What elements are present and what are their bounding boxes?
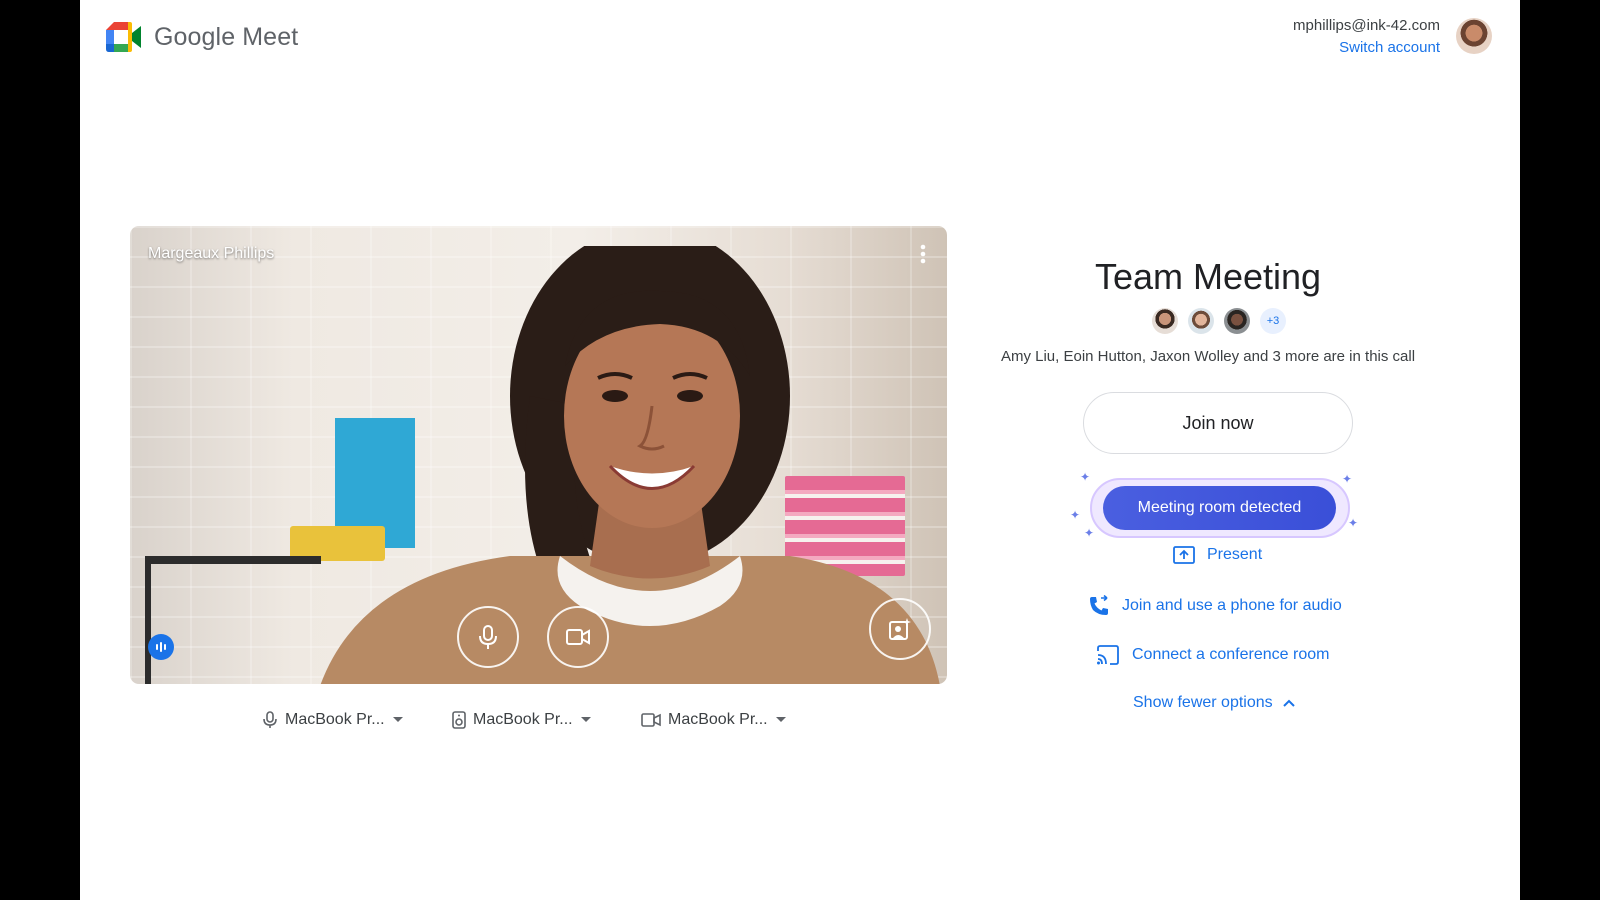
sparkle-icon: ✦ <box>1342 472 1353 486</box>
speaker-icon <box>452 711 466 729</box>
account-avatar[interactable] <box>1456 18 1492 54</box>
meeting-room-detected-area: ✦ ✦ ✦ ✦ ✦ ✦ Meeting room detected <box>1070 468 1370 548</box>
audio-level-indicator <box>148 634 174 660</box>
microphone-select[interactable]: MacBook Pr... <box>262 711 404 729</box>
app-name: Google Meet <box>154 22 299 51</box>
account-email: mphillips@ink-42.com <box>1293 17 1440 34</box>
phone-icon <box>1090 595 1108 615</box>
show-fewer-options-button[interactable]: Show fewer options <box>1133 694 1295 712</box>
join-now-button[interactable]: Join now <box>1083 392 1353 454</box>
conference-room-option[interactable]: Connect a conference room <box>1096 645 1329 665</box>
present-option[interactable]: Present <box>1173 546 1262 564</box>
in-call-text: Amy Liu, Eoin Hutton, Jaxon Wolley and 3… <box>1000 348 1416 365</box>
meet-prejoin-page: Google Meet mphillips@ink-42.com Switch … <box>80 0 1520 900</box>
camera-select-label: MacBook Pr... <box>668 711 768 728</box>
sparkle-icon: ✦ <box>1348 516 1359 530</box>
participant-avatars: +3 <box>1152 308 1286 334</box>
camera-select[interactable]: MacBook Pr... <box>641 711 787 729</box>
self-view-name: Margeaux Phillips <box>148 245 275 262</box>
mic-icon <box>479 625 497 649</box>
conference-room-label: Connect a conference room <box>1132 646 1330 663</box>
speaker-select[interactable]: MacBook Pr... <box>452 711 592 729</box>
participant-avatar <box>1224 308 1250 334</box>
phone-audio-option[interactable]: Join and use a phone for audio <box>1088 595 1342 617</box>
phone-audio-label: Join and use a phone for audio <box>1122 597 1342 614</box>
show-fewer-options-label: Show fewer options <box>1133 694 1273 711</box>
participant-avatar <box>1188 308 1214 334</box>
more-vert-icon <box>920 244 926 264</box>
switch-account-link[interactable]: Switch account <box>1293 36 1440 60</box>
mic-icon <box>263 711 277 728</box>
visual-effects-button[interactable] <box>869 598 931 660</box>
google-meet-logo[interactable]: Google Meet <box>106 22 298 52</box>
camera-toggle-button[interactable] <box>547 606 609 668</box>
participant-avatar <box>1152 308 1178 334</box>
speaker-select-label: MacBook Pr... <box>473 711 573 728</box>
sparkle-icon: ✦ <box>1070 508 1081 522</box>
more-options-button[interactable] <box>913 242 933 266</box>
microphone-toggle-button[interactable] <box>457 606 519 668</box>
dropdown-arrow-icon <box>580 717 591 722</box>
meet-logo-icon <box>106 22 141 52</box>
self-view-video: Margeaux Phillips <box>130 226 947 684</box>
microphone-select-label: MacBook Pr... <box>285 711 385 728</box>
video-person <box>320 246 940 684</box>
camera-icon <box>566 629 590 645</box>
present-icon <box>1173 546 1195 564</box>
chevron-up-icon <box>1282 699 1295 707</box>
sparkle-icon: ✦ <box>1084 526 1095 540</box>
visual-effects-icon <box>889 618 911 640</box>
meeting-room-detected-button[interactable]: Meeting room detected <box>1103 486 1336 530</box>
account-info: mphillips@ink-42.com Switch account <box>1293 16 1440 60</box>
sparkle-icon: ✦ <box>1080 470 1091 484</box>
audio-level-icon <box>156 642 166 652</box>
cast-icon <box>1097 645 1119 665</box>
meeting-title: Team Meeting <box>1094 256 1322 297</box>
camera-icon <box>641 713 661 727</box>
dropdown-arrow-icon <box>392 717 403 722</box>
more-participants-count: +3 <box>1260 308 1286 334</box>
present-label: Present <box>1207 546 1263 563</box>
dropdown-arrow-icon <box>775 717 786 722</box>
